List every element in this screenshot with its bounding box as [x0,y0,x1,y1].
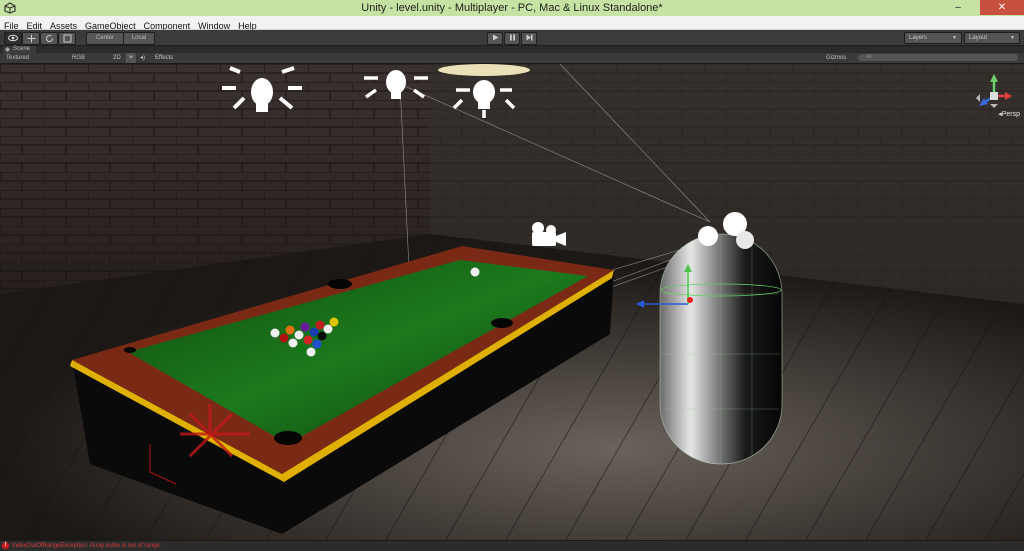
color-mode-dropdown[interactable]: RGB [72,53,85,63]
audio-toggle[interactable]: ◂) [140,53,145,63]
chevron-down-icon: ▼ [1010,35,1015,41]
scene-view[interactable]: ◂Persp [0,64,1024,540]
effects-dropdown[interactable]: Effects [155,53,173,63]
2d-toggle[interactable]: 2D [113,53,121,63]
eye-icon [8,34,18,42]
scene-control-bar: Textured RGB 2D ☀ ◂) Effects Gizmos All [0,53,1024,64]
pivot-local-label: Local [131,35,147,41]
title-bar: Unity - level.unity - Multiplayer - PC, … [0,0,1024,16]
play-icon [492,34,498,41]
gizmos-dropdown[interactable]: Gizmos [826,53,846,63]
rotate-icon [45,35,53,42]
scene-search-input[interactable]: All [858,54,1018,61]
move-arrows-icon [27,34,35,43]
lighting-toggle[interactable]: ☀ [126,53,136,63]
play-button[interactable] [487,32,503,45]
step-icon [526,34,532,41]
layout-label: Layout [969,35,988,41]
rotate-tool-button[interactable] [40,32,58,45]
scene-icon [5,47,10,52]
pivot-center-toggle[interactable]: Center [86,32,124,45]
layers-dropdown[interactable]: Layers ▼ [904,32,962,44]
chevron-down-icon: ▼ [952,35,957,41]
layers-label: Layers [909,35,928,41]
pause-button[interactable] [504,32,520,45]
layout-dropdown[interactable]: Layout ▼ [964,32,1020,44]
move-tool-button[interactable] [22,32,40,45]
minimize-button[interactable]: – [945,0,971,15]
pivot-center-label: Center [95,35,114,41]
step-button[interactable] [521,32,537,45]
error-icon: ! [2,542,9,549]
pause-icon [509,34,515,41]
pivot-local-toggle[interactable]: Local [123,32,155,45]
persp-text: Persp [1001,111,1020,118]
scale-icon [63,34,71,43]
close-button[interactable]: ✕ [980,0,1024,15]
scene-render [0,64,1024,540]
scene-tab-strip: Scene [0,46,1024,53]
window-title: Unity - level.unity - Multiplayer - PC, … [361,2,663,14]
orientation-gizmo[interactable] [974,72,1014,128]
status-bar[interactable]: ! IndexOutOfRangeException: Array index … [0,540,1024,551]
tab-scene[interactable]: Scene [3,46,37,53]
tab-scene-label: Scene [13,46,31,52]
speaker-icon: ◂) [140,55,146,61]
render-mode-dropdown[interactable]: Textured [6,53,29,63]
hand-tool-button[interactable] [4,32,22,45]
scale-tool-button[interactable] [58,32,76,45]
projection-label[interactable]: ◂Persp [998,110,1020,118]
menu-bar: File Edit Assets GameObject Component Window H… [0,16,1024,31]
sun-icon: ☀ [128,55,134,61]
toolbar: Center Local Layers ▼ Layout ▼ [0,30,1024,46]
